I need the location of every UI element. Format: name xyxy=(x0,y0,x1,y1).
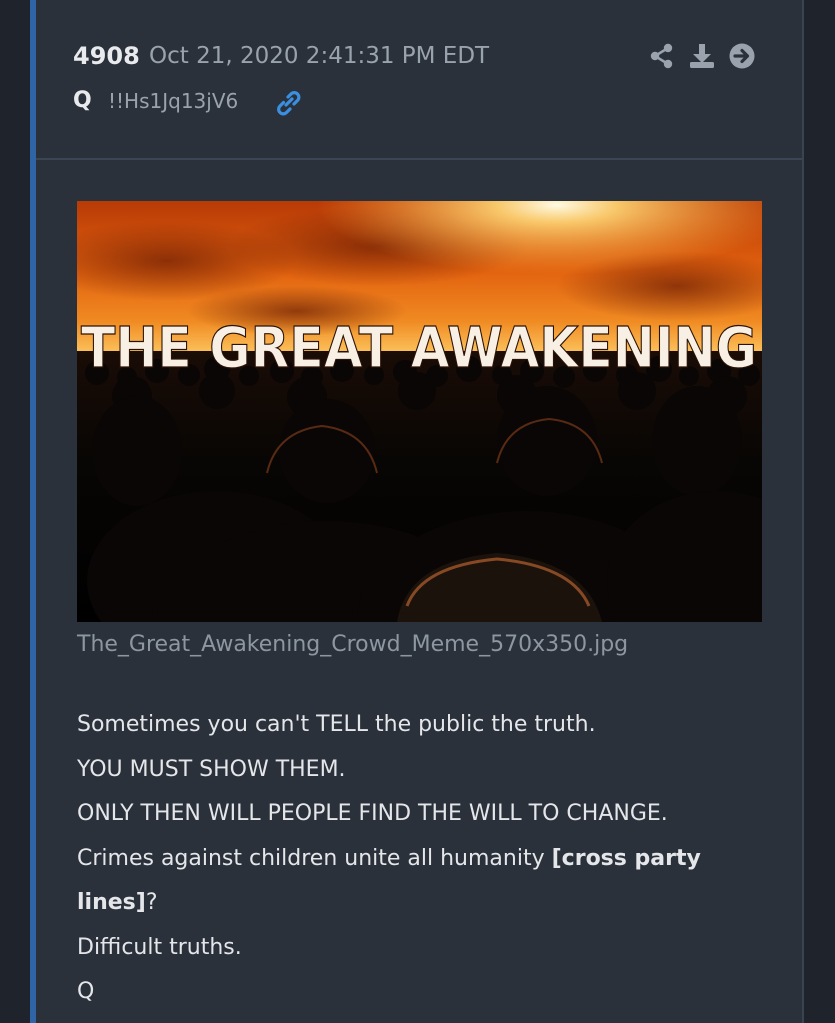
image-caption-text: THE GREAT AWAKENING xyxy=(81,316,757,381)
post-number[interactable]: 4908 xyxy=(73,42,140,70)
body-line: Crimes against children unite all humani… xyxy=(77,837,777,882)
arrow-right-circle-icon[interactable] xyxy=(728,42,756,70)
link-icon[interactable] xyxy=(274,90,302,116)
body-bold-segment: lines] xyxy=(77,890,146,915)
author-name: Q xyxy=(73,88,92,113)
post-image[interactable]: THE GREAT AWAKENING xyxy=(77,201,762,622)
header-divider xyxy=(36,158,803,160)
body-line: Difficult truths. xyxy=(77,934,242,960)
share-icon[interactable] xyxy=(648,42,676,70)
body-bold-segment: [cross party xyxy=(551,845,701,871)
great-awakening-image: THE GREAT AWAKENING xyxy=(77,201,762,622)
body-line: Sometimes you can't TELL the public the … xyxy=(77,712,596,737)
image-filename[interactable]: The_Great_Awakening_Crowd_Meme_570x350.j… xyxy=(77,632,628,657)
card-right-border xyxy=(802,0,804,1023)
body-text-segment: Crimes against children unite all humani… xyxy=(77,845,552,871)
body-line: ONLY THEN WILL PEOPLE FIND THE WILL TO C… xyxy=(77,801,668,826)
post-body: Sometimes you can't TELL the public the … xyxy=(77,703,777,1015)
author-tripcode: !!Hs1Jq13jV6 xyxy=(108,89,239,113)
post-card: 4908 Oct 21, 2020 2:41:31 PM EDT Q !!Hs1… xyxy=(30,0,803,1023)
body-line: lines]? xyxy=(77,881,777,926)
body-line: YOU MUST SHOW THEM. xyxy=(77,756,346,782)
download-icon[interactable] xyxy=(688,42,716,70)
body-text-segment: ? xyxy=(145,890,158,915)
body-signature: Q xyxy=(77,979,95,1004)
post-actions xyxy=(648,42,768,72)
post-header: 4908 Oct 21, 2020 2:41:31 PM EDT Q !!Hs1… xyxy=(36,0,803,160)
post-date: Oct 21, 2020 2:41:31 PM EDT xyxy=(149,43,490,69)
